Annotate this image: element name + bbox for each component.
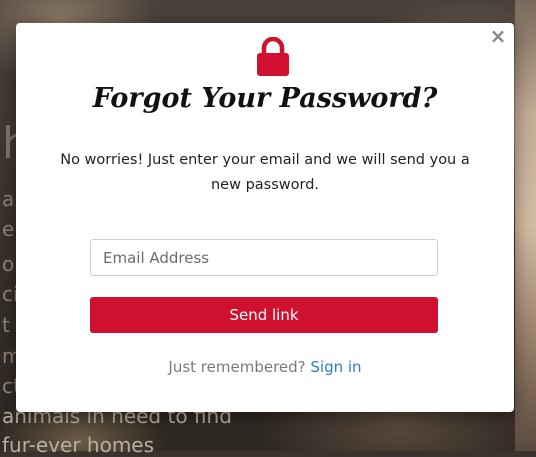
sign-in-link[interactable]: Sign in: [310, 358, 361, 376]
footer-text: Just remembered?: [168, 358, 306, 376]
lock-icon: [257, 37, 289, 76]
email-field[interactable]: [90, 239, 438, 276]
footer-text-row: Just remembered? Sign in: [16, 358, 514, 376]
page-title: Forgot Your Password?: [92, 83, 438, 114]
send-link-button[interactable]: Send link: [90, 297, 438, 333]
description-text: No worries! Just enter your email and we…: [60, 152, 470, 193]
background-image: [515, 0, 536, 451]
forgot-password-modal: × Forgot Your Password? No worries! Just…: [16, 23, 514, 412]
close-button[interactable]: ×: [488, 25, 508, 47]
background-text-line: fur-ever homes: [2, 433, 155, 457]
background-text-line: e: [2, 217, 15, 241]
